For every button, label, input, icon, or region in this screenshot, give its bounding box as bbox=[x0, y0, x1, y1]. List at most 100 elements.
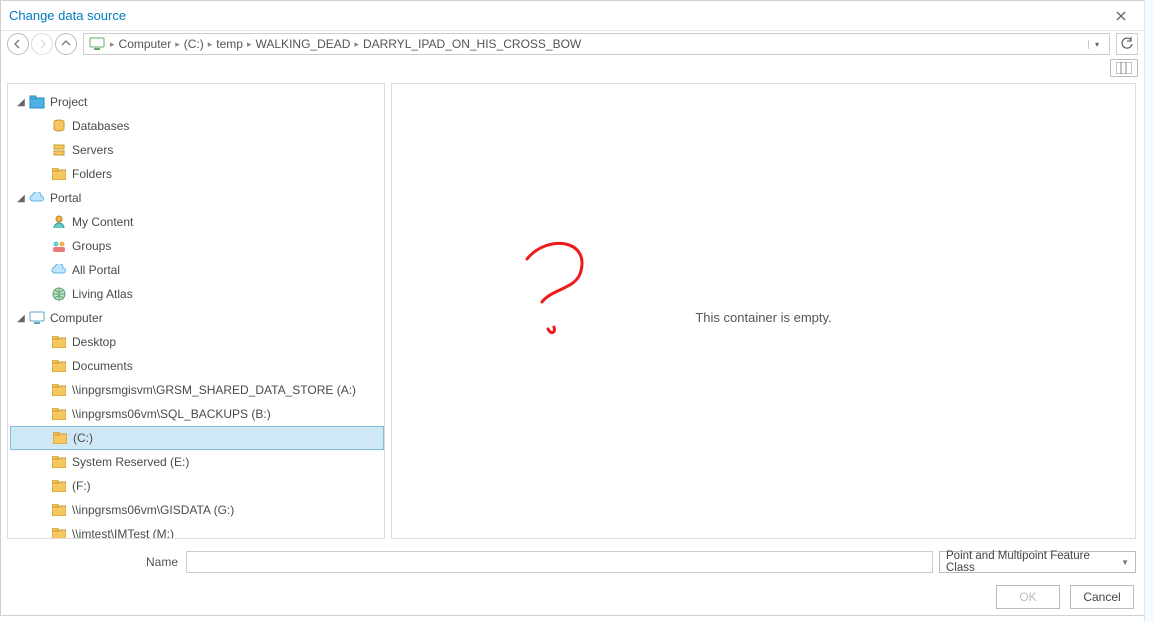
tree-label: All Portal bbox=[72, 263, 120, 277]
project-icon bbox=[28, 93, 46, 111]
arrow-left-icon bbox=[13, 39, 23, 49]
cloud-icon bbox=[50, 261, 68, 279]
person-icon bbox=[50, 213, 68, 231]
arrow-right-icon bbox=[37, 39, 47, 49]
view-toolbar bbox=[1, 57, 1144, 79]
ok-button[interactable]: OK bbox=[996, 585, 1060, 609]
tree-node-drive-a[interactable]: \\inpgrsmgisvm\GRSM_SHARED_DATA_STORE (A… bbox=[10, 378, 384, 402]
chevron-right-icon: ▸ bbox=[354, 39, 359, 50]
tree-node-drive-b[interactable]: \\inpgrsms06vm\SQL_BACKUPS (B:) bbox=[10, 402, 384, 426]
change-data-source-dialog: Change data source ▸ Computer ▸ (C:) ▸ t… bbox=[0, 0, 1145, 616]
folder-icon bbox=[50, 525, 68, 538]
folder-icon bbox=[50, 333, 68, 351]
expander-icon[interactable]: ◢ bbox=[14, 193, 28, 204]
dialog-title: Change data source bbox=[9, 8, 1106, 23]
forward-button[interactable] bbox=[31, 33, 53, 55]
type-dropdown-label: Point and Multipoint Feature Class bbox=[946, 550, 1121, 574]
breadcrumb-dropdown[interactable]: ▾ bbox=[1088, 40, 1105, 49]
name-row: Name Point and Multipoint Feature Class … bbox=[1, 545, 1144, 579]
refresh-icon bbox=[1120, 37, 1134, 51]
tree-label: System Reserved (E:) bbox=[72, 455, 189, 469]
folder-icon bbox=[50, 453, 68, 471]
close-button[interactable] bbox=[1106, 1, 1136, 31]
tree-label: \\inpgrsmgisvm\GRSM_SHARED_DATA_STORE (A… bbox=[72, 383, 356, 397]
tree-label: Servers bbox=[72, 143, 113, 157]
chevron-right-icon: ▸ bbox=[247, 39, 252, 50]
tree-label: Living Atlas bbox=[72, 287, 133, 301]
cloud-icon bbox=[28, 189, 46, 207]
folder-icon bbox=[50, 405, 68, 423]
tree-node-drive-m[interactable]: \\imtest\IMTest (M:) bbox=[10, 522, 384, 538]
tree-node-drive-e[interactable]: System Reserved (E:) bbox=[10, 450, 384, 474]
tree-node-folders[interactable]: Folders bbox=[10, 162, 384, 186]
tree-label: \\inpgrsms06vm\GISDATA (G:) bbox=[72, 503, 234, 517]
group-icon bbox=[50, 237, 68, 255]
tree-label: \\imtest\IMTest (M:) bbox=[72, 527, 174, 538]
tree-label: My Content bbox=[72, 215, 133, 229]
type-dropdown[interactable]: Point and Multipoint Feature Class ▼ bbox=[939, 551, 1136, 573]
tree-node-desktop[interactable]: Desktop bbox=[10, 330, 384, 354]
tree-node-groups[interactable]: Groups bbox=[10, 234, 384, 258]
expander-icon[interactable]: ◢ bbox=[14, 97, 28, 108]
close-icon bbox=[1116, 11, 1126, 21]
tree-node-living-atlas[interactable]: Living Atlas bbox=[10, 282, 384, 306]
crumb-c[interactable]: (C:) bbox=[184, 37, 204, 51]
tree-node-drive-c[interactable]: (C:) bbox=[10, 426, 384, 450]
tree-node-databases[interactable]: Databases bbox=[10, 114, 384, 138]
expander-icon[interactable]: ◢ bbox=[14, 313, 28, 324]
columns-icon bbox=[1116, 62, 1132, 74]
folder-icon bbox=[50, 381, 68, 399]
crumb-temp[interactable]: temp bbox=[216, 37, 243, 51]
tree-node-all-portal[interactable]: All Portal bbox=[10, 258, 384, 282]
tree-label: Documents bbox=[72, 359, 133, 373]
tree-node-drive-f[interactable]: (F:) bbox=[10, 474, 384, 498]
server-icon bbox=[50, 141, 68, 159]
main-split: ◢ Project Databases Servers Folders bbox=[1, 79, 1144, 539]
chevron-right-icon: ▸ bbox=[208, 39, 213, 50]
atlas-icon bbox=[50, 285, 68, 303]
name-input[interactable] bbox=[186, 551, 933, 573]
tree-label: Folders bbox=[72, 167, 112, 181]
cancel-button[interactable]: Cancel bbox=[1070, 585, 1134, 609]
tree-node-computer[interactable]: ◢ Computer bbox=[10, 306, 384, 330]
folder-icon bbox=[50, 357, 68, 375]
crumb-computer[interactable]: Computer bbox=[119, 37, 172, 51]
folder-icon bbox=[51, 429, 69, 447]
titlebar: Change data source bbox=[1, 1, 1144, 31]
tree-node-servers[interactable]: Servers bbox=[10, 138, 384, 162]
tree-label: \\inpgrsms06vm\SQL_BACKUPS (B:) bbox=[72, 407, 271, 421]
dialog-footer: Name Point and Multipoint Feature Class … bbox=[1, 545, 1144, 615]
annotation-scribble-icon bbox=[512, 234, 632, 354]
up-button[interactable] bbox=[55, 33, 77, 55]
catalog-tree[interactable]: ◢ Project Databases Servers Folders bbox=[8, 84, 384, 538]
tree-label: Groups bbox=[72, 239, 111, 253]
tree-label: Desktop bbox=[72, 335, 116, 349]
tree-label: Databases bbox=[72, 119, 129, 133]
tree-node-project[interactable]: ◢ Project bbox=[10, 90, 384, 114]
folder-icon bbox=[50, 501, 68, 519]
tree-node-drive-g[interactable]: \\inpgrsms06vm\GISDATA (G:) bbox=[10, 498, 384, 522]
chevron-down-icon: ▼ bbox=[1121, 558, 1129, 567]
folder-icon bbox=[50, 165, 68, 183]
chevron-right-icon: ▸ bbox=[175, 39, 180, 50]
crumb-darryl[interactable]: DARRYL_IPAD_ON_HIS_CROSS_BOW bbox=[363, 37, 581, 51]
tree-node-my-content[interactable]: My Content bbox=[10, 210, 384, 234]
folder-icon bbox=[50, 477, 68, 495]
computer-icon bbox=[28, 309, 46, 327]
page-background bbox=[1144, 0, 1154, 622]
name-label: Name bbox=[1, 555, 186, 569]
crumb-walking-dead[interactable]: WALKING_DEAD bbox=[256, 37, 351, 51]
view-toggle-button[interactable] bbox=[1110, 59, 1138, 77]
refresh-button[interactable] bbox=[1116, 33, 1138, 55]
arrow-up-icon bbox=[61, 39, 71, 49]
navigation-toolbar: ▸ Computer ▸ (C:) ▸ temp ▸ WALKING_DEAD … bbox=[1, 31, 1144, 57]
tree-panel: ◢ Project Databases Servers Folders bbox=[7, 83, 385, 539]
tree-label: Portal bbox=[50, 191, 81, 205]
back-button[interactable] bbox=[7, 33, 29, 55]
tree-label: Project bbox=[50, 95, 87, 109]
tree-node-portal[interactable]: ◢ Portal bbox=[10, 186, 384, 210]
breadcrumb-bar[interactable]: ▸ Computer ▸ (C:) ▸ temp ▸ WALKING_DEAD … bbox=[83, 33, 1110, 55]
button-row: OK Cancel bbox=[1, 579, 1144, 609]
database-icon bbox=[50, 117, 68, 135]
tree-node-documents[interactable]: Documents bbox=[10, 354, 384, 378]
